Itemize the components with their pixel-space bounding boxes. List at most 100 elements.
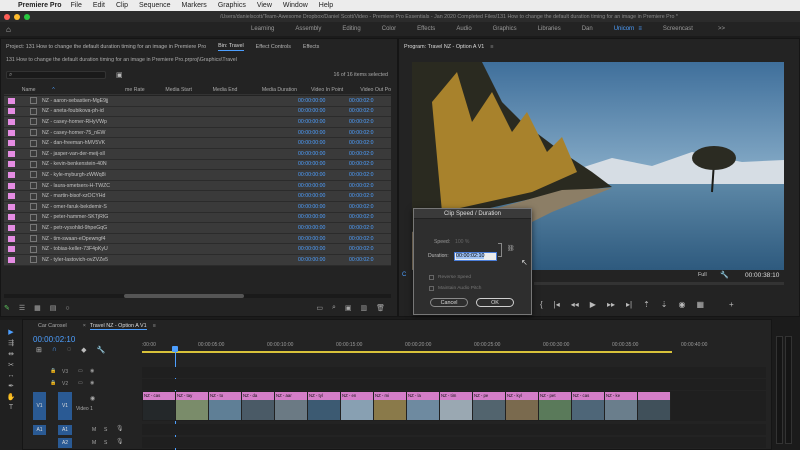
link-icon[interactable]: ⛓ <box>507 245 515 252</box>
col-video-in[interactable]: Video In Point <box>311 87 360 93</box>
menu-window[interactable]: Window <box>283 2 308 9</box>
workspace-audio[interactable]: Audio <box>456 26 471 32</box>
col-name[interactable]: Name <box>22 87 53 93</box>
reverse-speed-checkbox[interactable]: Reverse Speed <box>429 275 471 280</box>
extract-icon[interactable]: ⇣ <box>661 300 668 309</box>
speed-value[interactable]: 100 % <box>455 239 469 245</box>
wrench-icon[interactable]: 🔧 <box>96 346 105 354</box>
tab-bin-travel[interactable]: Bin: Travel <box>218 43 244 51</box>
cancel-button[interactable]: Cancel <box>430 298 468 307</box>
microphone-icon[interactable]: 🎙 <box>116 438 124 445</box>
workspace-assembly[interactable]: Assembly <box>295 26 321 32</box>
sync-lock-icon[interactable]: ▭ <box>78 368 83 374</box>
automate-icon[interactable]: ▥ <box>360 304 367 312</box>
table-row[interactable]: NZ - omer-faruk-bekdemir-S 00:00:00:00 00:… <box>4 201 391 213</box>
table-row[interactable]: NZ - jasper-van-der-meij-sll 00:00:00:00 0… <box>4 148 391 160</box>
timeline-clip[interactable]: NZ - cas <box>143 392 176 420</box>
new-bin-icon[interactable]: ▭ <box>316 304 323 312</box>
tab-travel-nz[interactable]: Travel NZ - Option A V1 <box>89 323 147 330</box>
trash-icon[interactable]: 🗑 <box>376 304 385 312</box>
lift-icon[interactable]: ⇡ <box>643 300 650 309</box>
tab-car-carosel[interactable]: Car Carosel <box>38 323 67 329</box>
col-frame-rate[interactable]: me Rate <box>125 87 165 93</box>
find-icon[interactable]: ⌕ <box>332 304 336 312</box>
sync-lock-icon[interactable]: ▭ <box>78 380 83 386</box>
work-area-bar[interactable] <box>142 351 672 353</box>
minimize-window-button[interactable] <box>14 13 20 20</box>
col-media-end[interactable]: Media End <box>213 87 262 93</box>
menu-help[interactable]: Help <box>319 2 333 9</box>
step-forward-icon[interactable]: ▸▸ <box>607 300 615 309</box>
time-ruler[interactable]: :00:00 00:00:05:00 00:00:10:00 00:00:15:… <box>142 340 766 354</box>
more-workspaces-icon[interactable]: >> <box>718 26 725 32</box>
timeline-clip[interactable]: NZ - tim <box>440 392 473 420</box>
quality-dropdown[interactable]: Full <box>698 272 707 278</box>
table-row[interactable]: NZ - tim-swaan-eOpewngf4 00:00:00:00 00:00… <box>4 233 391 245</box>
type-tool-icon[interactable]: T <box>9 404 13 411</box>
hand-icon[interactable]: ✋ <box>7 393 16 401</box>
comparison-view-icon[interactable]: ▦ <box>696 300 704 309</box>
track-label-v2[interactable]: V2 <box>62 381 68 387</box>
timeline-clip[interactable]: NZ - mi <box>374 392 407 420</box>
ripple-edit-icon[interactable]: ⇹ <box>8 350 14 358</box>
lock-icon[interactable]: 🔒 <box>50 380 56 386</box>
mute-button-a1[interactable]: M <box>92 427 96 433</box>
table-row[interactable]: NZ - kevin-benkenstein-40N 00:00:00:00 00:… <box>4 159 391 171</box>
timeline-clip[interactable]: NZ - en <box>341 392 374 420</box>
track-lane-a2[interactable] <box>142 437 766 448</box>
track-lane-v2[interactable] <box>142 379 766 390</box>
workspace-screencast[interactable]: Screencast <box>663 26 693 32</box>
list-view-icon[interactable]: ☰ <box>19 304 25 312</box>
maintain-audio-pitch-checkbox[interactable]: Maintain Audio Pitch <box>429 286 481 291</box>
menu-view[interactable]: View <box>257 2 272 9</box>
eye-icon[interactable]: ◉ <box>90 395 95 402</box>
sort-chevron-up-icon[interactable]: ^ <box>52 87 125 93</box>
add-marker-icon[interactable]: ◆ <box>81 346 86 354</box>
scrollbar-thumb[interactable] <box>124 294 244 298</box>
program-monitor-title[interactable]: Program: Travel NZ - Option A V1 <box>404 44 484 50</box>
icon-view-icon[interactable]: ▦ <box>34 304 41 312</box>
menu-edit[interactable]: Edit <box>93 2 105 9</box>
timeline-clip[interactable] <box>638 392 671 420</box>
new-item-icon[interactable]: ▣ <box>345 304 352 312</box>
workspace-effects[interactable]: Effects <box>417 26 435 32</box>
settings-icon[interactable]: 🔧 <box>720 271 729 279</box>
zoom-slider-icon[interactable]: ○ <box>65 305 69 312</box>
table-row[interactable]: NZ - dan-freeman-hMV5VK 00:00:00:00 00:00:… <box>4 138 391 149</box>
step-back-icon[interactable]: |◂ <box>554 300 560 309</box>
timeline-clip[interactable]: NZ - kyl <box>506 392 539 420</box>
menu-clip[interactable]: Clip <box>116 2 128 9</box>
table-row[interactable]: NZ - kyle-myburgh-zWWq8i 00:00:00:00 00:00… <box>4 170 391 181</box>
tab-project[interactable]: Project: 131 How to change the default d… <box>6 44 206 50</box>
freeform-view-icon[interactable]: ▤ <box>50 304 57 312</box>
eye-icon[interactable]: ◉ <box>90 368 94 374</box>
timeline-clip[interactable]: NZ - tay <box>176 392 209 420</box>
track-target-a1[interactable]: A1 <box>58 425 72 435</box>
timeline-clip[interactable]: NZ - pe <box>473 392 506 420</box>
solo-button-a1[interactable]: S <box>104 427 107 433</box>
tab-effects[interactable]: Effects <box>303 44 319 50</box>
timeline-clip[interactable]: NZ - to <box>209 392 242 420</box>
export-frame-icon[interactable]: ◉ <box>678 300 685 309</box>
app-menu[interactable]: Premiere Pro <box>18 2 62 9</box>
mark-in-icon[interactable]: { <box>540 300 543 309</box>
workspace-libraries[interactable]: Libraries <box>538 26 561 32</box>
solo-button-a2[interactable]: S <box>104 440 107 446</box>
track-name-video1[interactable]: Video 1 <box>76 406 93 412</box>
col-video-out[interactable]: Video Out Po <box>360 87 391 93</box>
zoom-window-button[interactable] <box>24 13 30 20</box>
tab-effect-controls[interactable]: Effect Controls <box>256 44 291 50</box>
track-lane-a1[interactable] <box>142 424 766 435</box>
add-button-icon[interactable]: + <box>729 300 734 309</box>
source-patch-a1[interactable]: A1 <box>33 425 46 435</box>
table-row[interactable]: NZ - martin-bisof-xzOCYHd 00:00:00:00 00:0… <box>4 191 391 202</box>
selection-tool-icon[interactable]: ▶ <box>8 328 13 336</box>
timeline-clip[interactable]: NZ - aar <box>275 392 308 420</box>
workspace-color[interactable]: Color <box>382 26 396 32</box>
panel-menu-icon[interactable]: ≡ <box>153 323 156 329</box>
timeline-clip[interactable]: NZ - da <box>242 392 275 420</box>
track-label-v3[interactable]: V3 <box>62 369 68 375</box>
go-to-in-icon[interactable]: ◂◂ <box>571 300 579 309</box>
table-row[interactable]: NZ - peter-hammer-SKTjRIG 00:00:00:00 00:0… <box>4 212 391 224</box>
timeline-clip[interactable]: NZ - cas <box>572 392 605 420</box>
